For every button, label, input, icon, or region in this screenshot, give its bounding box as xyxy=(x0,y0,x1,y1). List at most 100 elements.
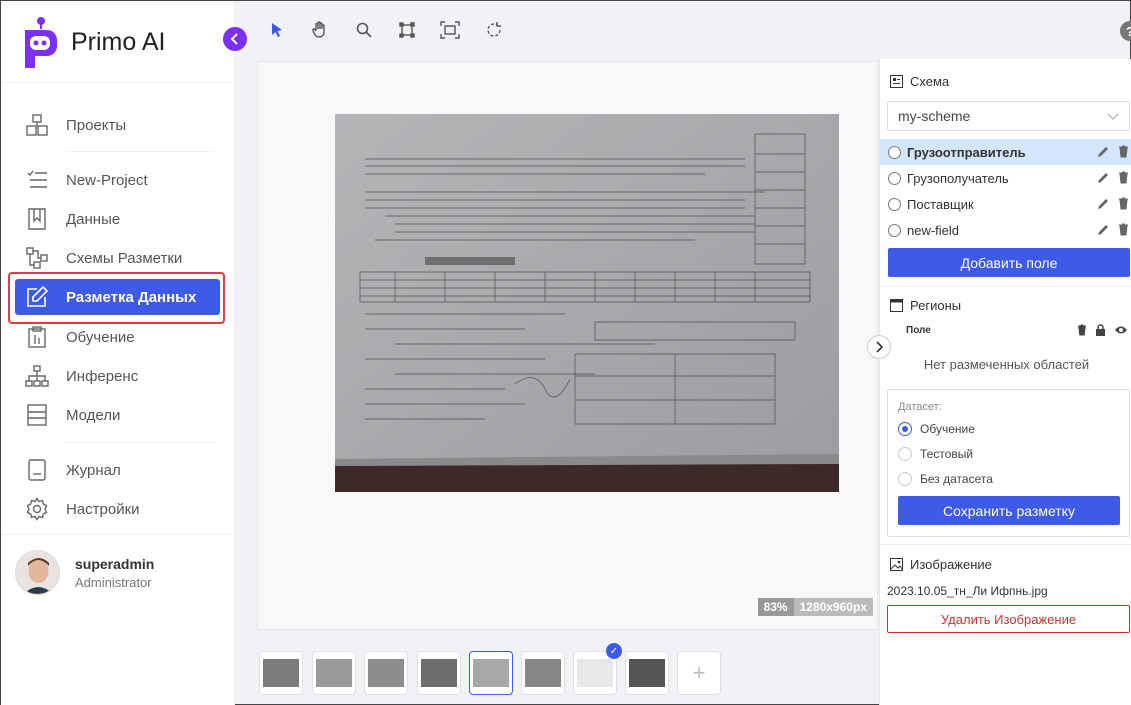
schema-icon xyxy=(890,75,903,88)
toggle-panel-button[interactable] xyxy=(867,335,891,359)
thumbnail-image xyxy=(577,659,613,687)
sidebar-item-label: Журнал xyxy=(66,461,121,479)
field-radio[interactable] xyxy=(888,145,901,159)
sidebar-item-label: Настройки xyxy=(66,500,140,518)
zoom-tool-button[interactable] xyxy=(353,19,375,41)
radio-selected[interactable] xyxy=(898,422,912,436)
schema-field[interactable]: Грузоотправитель xyxy=(880,139,1131,165)
trash-icon[interactable] xyxy=(1077,324,1087,336)
sidebar-item-projects[interactable]: Проекты xyxy=(15,107,220,143)
sidebar-item-journal[interactable]: Журнал xyxy=(15,452,220,488)
sidebar-item-label: Модели xyxy=(66,406,121,424)
crop-tool-button[interactable] xyxy=(396,19,418,41)
rotate-tool-button[interactable] xyxy=(483,19,505,41)
dataset-option[interactable]: Обучение xyxy=(898,422,975,436)
dataset-box: Датасет: Обучение Тестовый Без датасета … xyxy=(887,389,1130,537)
user-profile[interactable]: superadmin Administrator xyxy=(15,550,154,595)
pointer-icon xyxy=(272,23,282,37)
divider xyxy=(65,151,215,152)
thumbnail[interactable]: ✓ xyxy=(573,643,622,695)
trash-icon[interactable] xyxy=(1118,197,1129,210)
chevron-down-icon xyxy=(1107,113,1119,120)
trash-icon[interactable] xyxy=(1118,223,1129,236)
save-markup-button[interactable]: Сохранить разметку xyxy=(898,496,1120,525)
schema-field[interactable]: Грузополучатель xyxy=(880,165,1131,191)
edit-icon[interactable] xyxy=(1097,197,1110,210)
thumbnail[interactable] xyxy=(625,651,669,695)
divider xyxy=(65,442,215,443)
sidebar-item-label: Данные xyxy=(66,210,121,228)
models-icon xyxy=(25,403,49,427)
radio[interactable] xyxy=(898,472,912,486)
divider xyxy=(1,82,235,83)
chevron-left-icon xyxy=(230,33,238,45)
add-image-button[interactable]: + xyxy=(677,651,721,695)
radio[interactable] xyxy=(898,447,912,461)
pointer-tool-button[interactable] xyxy=(266,19,288,41)
edit-icon[interactable] xyxy=(1097,223,1110,236)
schema-field[interactable]: Поставщик xyxy=(880,191,1131,217)
field-radio[interactable] xyxy=(888,197,901,211)
settings-icon xyxy=(25,497,49,521)
hand-tool-button[interactable] xyxy=(309,19,331,41)
thumbnail[interactable] xyxy=(312,651,356,695)
image-filename: 2023.10.05_тн_Ли Ифпнь.jpg xyxy=(887,584,1048,598)
eye-icon[interactable] xyxy=(1114,324,1128,336)
dataset-option[interactable]: Тестовый xyxy=(898,447,973,461)
thumbnail[interactable] xyxy=(417,651,461,695)
training-icon xyxy=(25,325,49,349)
thumbnail-image xyxy=(473,659,509,687)
document-image xyxy=(335,114,839,492)
image-section-title: Изображение xyxy=(890,557,992,572)
journal-icon xyxy=(25,458,49,482)
schema-field[interactable]: new-field xyxy=(880,217,1131,243)
sidebar-item-schemas[interactable]: Схемы Разметки xyxy=(15,240,220,276)
fit-tool-button[interactable] xyxy=(439,19,461,41)
edit-icon[interactable] xyxy=(1097,171,1110,184)
hand-icon xyxy=(312,21,325,38)
checklist-icon xyxy=(25,168,49,192)
image-canvas[interactable]: 83% 1280x960px xyxy=(257,61,878,630)
app-logo[interactable]: Primo AI xyxy=(21,15,165,69)
dataset-option[interactable]: Без датасета xyxy=(898,472,993,486)
lock-icon[interactable] xyxy=(1095,324,1106,336)
sidebar-item-training[interactable]: Обучение xyxy=(15,319,220,355)
sidebar-item-data[interactable]: Данные xyxy=(15,201,220,237)
field-radio[interactable] xyxy=(888,171,901,185)
thumbnail-image xyxy=(368,659,404,687)
divider xyxy=(880,544,1131,545)
divider xyxy=(880,286,1131,287)
checkmark-icon: ✓ xyxy=(606,643,622,659)
thumbnail[interactable] xyxy=(259,651,303,695)
sidebar-item-inference[interactable]: Инференс xyxy=(15,358,220,394)
regions-column-label: Поле xyxy=(906,325,931,336)
zoom-icon xyxy=(356,22,372,38)
thumbnail[interactable] xyxy=(521,651,565,695)
schema-section-title: Схема xyxy=(890,74,949,89)
schema-select[interactable]: my-scheme xyxy=(887,101,1130,131)
trash-icon[interactable] xyxy=(1118,145,1129,158)
trash-icon[interactable] xyxy=(1118,171,1129,184)
thumbnail-selected[interactable] xyxy=(469,651,513,695)
image-icon xyxy=(890,558,903,571)
sidebar-item-data-labeling[interactable]: Разметка Данных xyxy=(15,279,220,315)
right-panel: Схема my-scheme Грузоотправитель Грузопо… xyxy=(879,59,1131,705)
thumbnail[interactable] xyxy=(364,651,408,695)
edit-icon xyxy=(25,285,49,309)
sidebar-item-label: Разметка Данных xyxy=(66,288,197,306)
app-name: Primo AI xyxy=(71,27,166,56)
chevron-right-icon xyxy=(876,341,883,353)
user-name: superadmin xyxy=(75,555,155,572)
sidebar-item-models[interactable]: Модели xyxy=(15,397,220,433)
collapse-sidebar-button[interactable] xyxy=(223,27,247,51)
crop-icon xyxy=(399,22,415,38)
sidebar-item-new-project[interactable]: New-Project xyxy=(15,162,220,198)
delete-image-button[interactable]: Удалить Изображение xyxy=(887,605,1130,633)
sidebar-item-settings[interactable]: Настройки xyxy=(15,491,220,527)
regions-empty-text: Нет размеченных областей xyxy=(923,357,1090,372)
regions-section-title: Регионы xyxy=(890,298,961,313)
divider xyxy=(1,534,235,535)
add-field-button[interactable]: Добавить поле xyxy=(888,248,1130,277)
field-radio[interactable] xyxy=(888,223,901,237)
edit-icon[interactable] xyxy=(1097,145,1110,158)
